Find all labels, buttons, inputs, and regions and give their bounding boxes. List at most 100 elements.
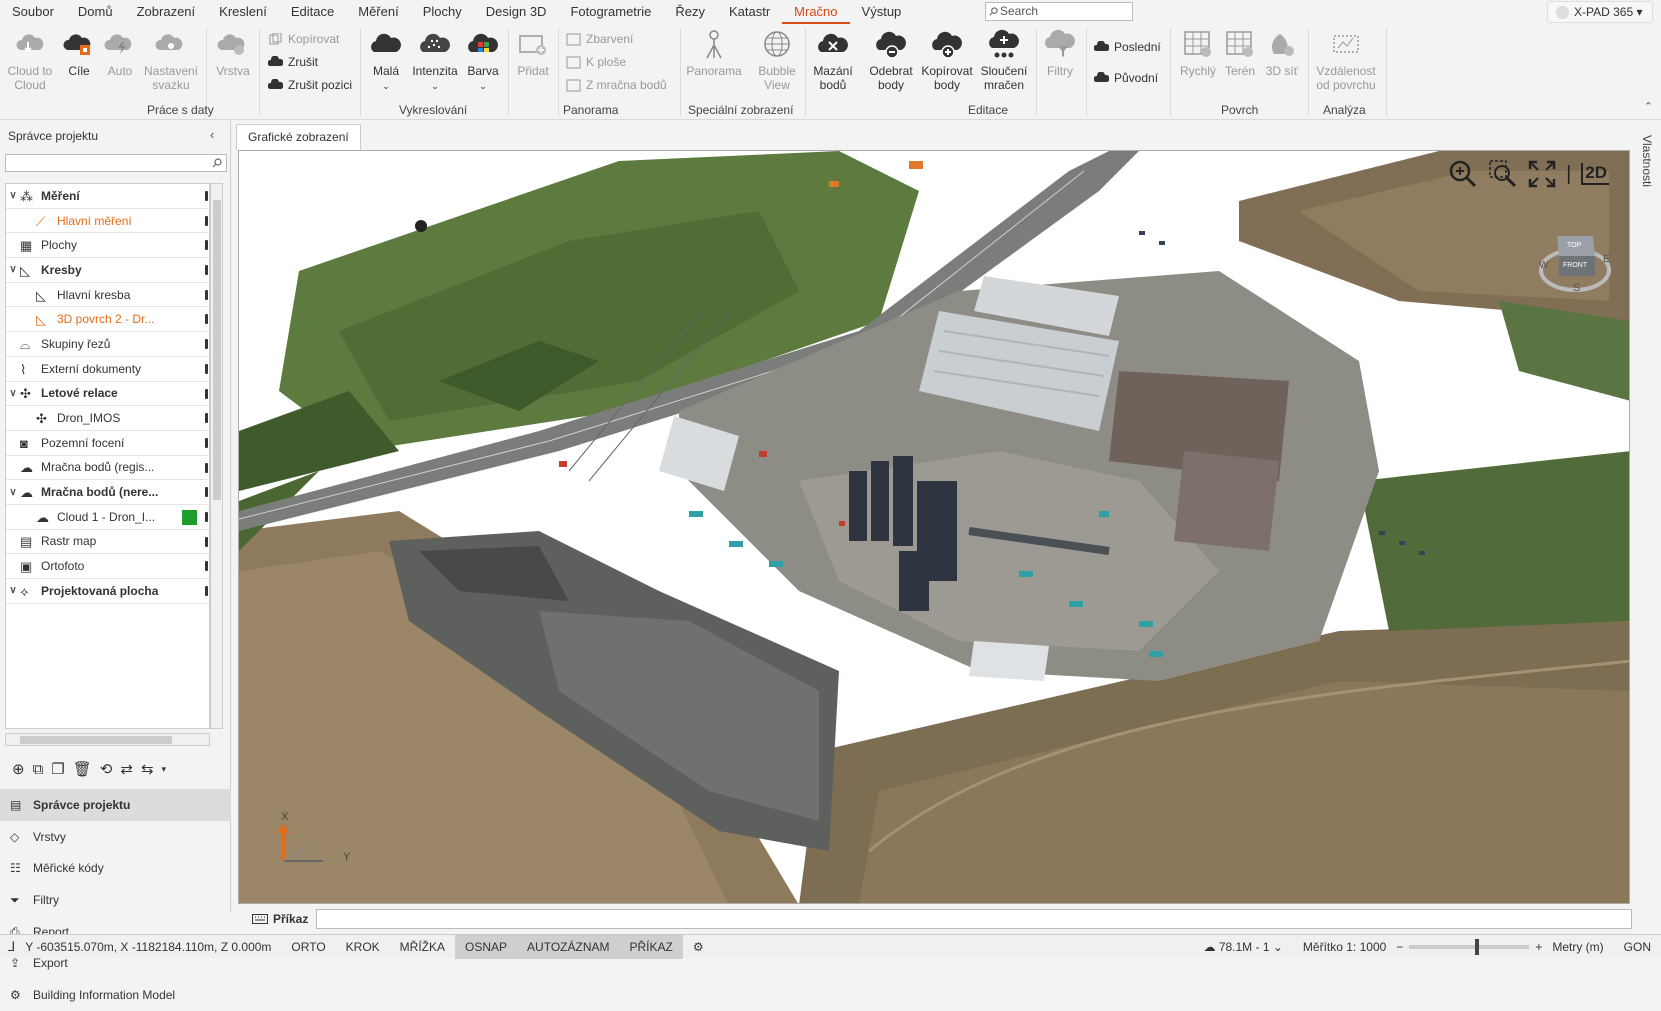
- tree-item[interactable]: ∨ ✣ Letové relace: [6, 382, 209, 407]
- search-input[interactable]: Search: [985, 2, 1133, 21]
- collapse-panel-button[interactable]: ‹: [210, 127, 214, 142]
- chevron-down-icon[interactable]: ∨: [6, 388, 20, 399]
- menu-item-10[interactable]: Katastr: [717, 0, 782, 24]
- add-icon[interactable]: ⊕: [12, 760, 25, 778]
- z-mracna-bodu-button[interactable]: Z mračna bodů: [566, 78, 667, 92]
- tree-item[interactable]: ◺ Hlavní kresba: [6, 283, 209, 308]
- chevron-down-icon[interactable]: ∨: [6, 190, 20, 201]
- tree-item[interactable]: ◺ 3D povrch 2 - Dr...: [6, 307, 209, 333]
- visibility-marker[interactable]: [205, 561, 208, 572]
- menu-item-9[interactable]: Řezy: [663, 0, 717, 24]
- chevron-down-icon[interactable]: ∨: [6, 585, 20, 596]
- scale-slider[interactable]: [1409, 939, 1530, 955]
- tree-item[interactable]: ⟋ Hlavní měření: [6, 209, 209, 234]
- command-input[interactable]: [316, 909, 1632, 929]
- zoom-window-icon[interactable]: [1488, 159, 1518, 189]
- tree-item[interactable]: ∨ ⁂ Měření: [6, 184, 209, 209]
- point-cloud-scene[interactable]: [239, 151, 1630, 904]
- toggle-2[interactable]: MŘÍŽKA: [390, 935, 455, 959]
- bubble-view-button[interactable]: Bubble View: [752, 28, 802, 92]
- toggle-4[interactable]: AUTOZÁZNAM: [517, 934, 620, 959]
- mode-2d-button[interactable]: 2D: [1581, 163, 1609, 185]
- units-selector[interactable]: Metry (m): [1542, 935, 1613, 959]
- visibility-marker[interactable]: [205, 586, 208, 596]
- nav-item-2[interactable]: ☷ Měřické kódy: [0, 852, 231, 884]
- toggle-5[interactable]: PŘÍKAZ: [619, 934, 683, 959]
- copy-icon[interactable]: ❐: [51, 760, 64, 778]
- cile-button[interactable]: Cíle: [60, 28, 98, 78]
- tree-item[interactable]: ☁ Mračna bodů (regis...: [6, 456, 209, 481]
- toggle-0[interactable]: ORTO: [281, 935, 335, 959]
- menu-item-0[interactable]: Soubor: [0, 0, 66, 24]
- visibility-marker[interactable]: [205, 191, 208, 201]
- properties-side-tab[interactable]: Vlastnosti: [1635, 121, 1661, 913]
- pridat-button[interactable]: Přidat: [513, 28, 553, 78]
- product-menu[interactable]: X-PAD 365 ▾: [1547, 1, 1653, 23]
- split-icon[interactable]: ⧉: [33, 761, 44, 778]
- menu-item-8[interactable]: Fotogrametrie: [558, 0, 663, 24]
- menu-item-5[interactable]: Měření: [346, 0, 410, 24]
- tree-item[interactable]: ⌓ Skupiny řezů: [6, 332, 209, 357]
- 3d-sit-button[interactable]: 3D síť: [1262, 28, 1302, 78]
- zoom-out-button[interactable]: −: [1396, 940, 1403, 954]
- toggle-3[interactable]: OSNAP: [455, 934, 518, 959]
- menu-item-11[interactable]: Mračno: [782, 0, 850, 24]
- more-icon[interactable]: ▾: [162, 764, 167, 775]
- visibility-marker[interactable]: [205, 265, 208, 276]
- tree-vertical-scrollbar[interactable]: [210, 183, 223, 729]
- visibility-marker[interactable]: [205, 462, 208, 473]
- graphic-view[interactable]: | 2D TOP FRONT W E S Y X: [238, 150, 1630, 904]
- delete-icon[interactable]: 🗑: [73, 760, 92, 778]
- nav-item-1[interactable]: ◇ Vrstvy: [0, 821, 231, 853]
- view-cube[interactable]: TOP FRONT W E S: [1537, 226, 1611, 296]
- tree-item[interactable]: ☁ Cloud 1 - Dron_I...: [6, 505, 209, 530]
- teren-button[interactable]: Terén: [1222, 28, 1258, 78]
- visibility-marker[interactable]: [205, 413, 208, 424]
- tree-item[interactable]: ▦ Plochy: [6, 233, 209, 259]
- posledni-button[interactable]: Poslední: [1094, 40, 1161, 54]
- intenzita-button[interactable]: Intenzita ⌄: [409, 28, 461, 93]
- vrstva-button[interactable]: Vrstva: [212, 28, 254, 78]
- chevron-down-icon[interactable]: ∨: [6, 487, 20, 498]
- swap-icon[interactable]: ⇆: [141, 760, 154, 778]
- refresh-icon[interactable]: ⟲: [100, 760, 113, 778]
- menu-item-6[interactable]: Plochy: [411, 0, 474, 24]
- menu-item-7[interactable]: Design 3D: [474, 0, 559, 24]
- visibility-marker[interactable]: [205, 487, 208, 498]
- zrusit-button[interactable]: Zrušit: [268, 55, 318, 69]
- auto-button[interactable]: Auto: [101, 28, 139, 78]
- slouceni-mracen-button[interactable]: Sloučení mračen: [976, 28, 1032, 92]
- visibility-marker[interactable]: [205, 289, 208, 300]
- chevron-down-icon[interactable]: ∨: [6, 264, 20, 275]
- tree-item[interactable]: ▣ Ortofoto: [6, 554, 209, 579]
- tree-horizontal-scrollbar[interactable]: [5, 733, 210, 746]
- settings-gear-icon[interactable]: ⚙: [683, 935, 714, 959]
- toggle-1[interactable]: KROK: [336, 935, 390, 959]
- menu-item-12[interactable]: Výstup: [850, 0, 914, 24]
- cube-top-label[interactable]: TOP: [1567, 242, 1581, 249]
- visibility-marker[interactable]: [205, 536, 208, 547]
- menu-item-1[interactable]: Domů: [66, 0, 125, 24]
- zoom-in-icon[interactable]: [1448, 159, 1478, 189]
- zoom-extents-icon[interactable]: [1528, 160, 1556, 188]
- visibility-marker[interactable]: [205, 511, 208, 522]
- nav-item-0[interactable]: ▤ Správce projektu: [0, 789, 231, 821]
- cube-front-label[interactable]: FRONT: [1563, 262, 1587, 269]
- visibility-marker[interactable]: [205, 339, 208, 350]
- cloud-to-cloud-button[interactable]: Cloud to Cloud: [4, 28, 56, 92]
- sync-icon[interactable]: ⇄: [120, 760, 133, 778]
- tree-item[interactable]: ∨ ☁ Mračna bodů (nere...: [6, 480, 209, 505]
- visibility-marker[interactable]: [205, 437, 208, 448]
- mazani-bodu-button[interactable]: Mazání bodů: [810, 28, 856, 92]
- kopirovat-button[interactable]: Kopírovat: [268, 32, 339, 46]
- rychly-button[interactable]: Rychlý: [1176, 28, 1220, 78]
- tree-item[interactable]: ✣ Dron_IMOS: [6, 406, 209, 431]
- mala-button[interactable]: Malá ⌄: [366, 28, 406, 93]
- points-count[interactable]: ☁ 78.1M - 1 ⌄: [1193, 935, 1292, 959]
- vzdalenost-od-povrchu-button[interactable]: Vzdálenost od povrchu: [1312, 28, 1380, 92]
- zrusit-pozici-button[interactable]: Zrušit pozici: [268, 78, 352, 92]
- menu-item-4[interactable]: Editace: [279, 0, 346, 24]
- angle-units-selector[interactable]: GON: [1614, 935, 1661, 959]
- tree-search-input[interactable]: [5, 154, 227, 172]
- color-swatch[interactable]: [182, 509, 197, 525]
